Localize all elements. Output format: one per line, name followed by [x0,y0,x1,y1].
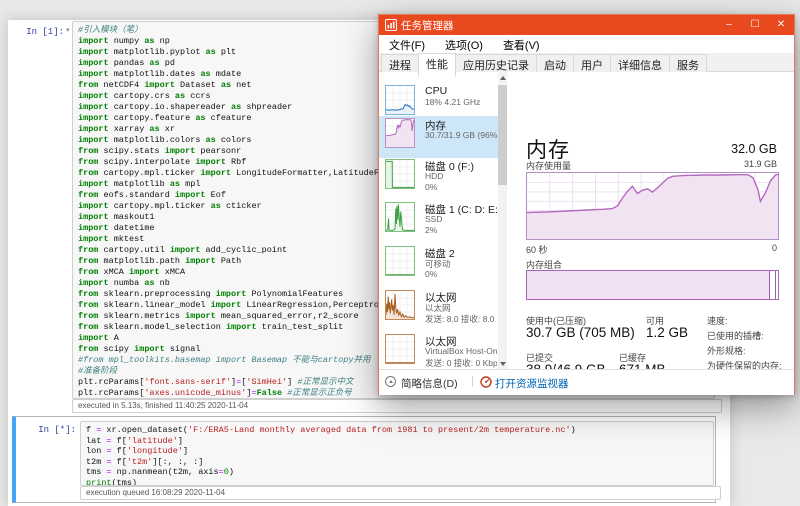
scrollbar-thumb[interactable] [498,85,507,185]
window-title: 任务管理器 [401,18,454,33]
mini-graph-eth1 [385,290,415,320]
performance-pane: CPU18% 4.21 GHz 内存30.7/31.9 GB (96%)磁盘 0 … [379,72,794,369]
hardware-info-labels: 速度: 已使用的插槽: 外形规格: 为硬件保留的内存: [707,314,782,369]
codefold-caret-icon[interactable]: ▾ [66,26,70,34]
sidebar-item-disk0[interactable]: 磁盘 0 (F:)HDD0% [379,157,498,199]
sidebar-item-disk1[interactable]: 磁盘 1 (C: D: E:SSD2% [379,200,498,242]
mini-graph-eth2 [385,334,415,364]
maximize-button[interactable]: ☐ [742,15,768,35]
form-factor-label: 外形规格: [707,344,782,359]
sidebar-item-eth1[interactable]: 以太网以太网发送: 8.0 接收: 8.0 K [379,288,498,330]
cell1-prompt: In [1]: [16,27,64,37]
sidebar-disk2-detail: 0% [425,269,497,279]
notebook-cell-2[interactable]: In [*]: f = xr.open_dataset('F:/ERA5-Lan… [12,416,716,503]
cell2-prompt: In [*]: [28,425,76,435]
sidebar-disk1-sub: SSD [425,214,497,224]
task-manager-footer: 简略信息(D) | 打开资源监视器 [379,369,794,395]
tab-bar: 进程性能应用历史记录启动用户详细信息服务 [379,53,794,72]
sidebar-cpu-name: CPU [425,85,497,97]
sidebar-disk1-detail: 2% [425,225,497,235]
sidebar-eth2-detail: 发送: 0 接收: 0 Kbp [425,357,497,369]
mini-graph-cpu [385,85,415,115]
mini-graph-disk2 [385,246,415,276]
minimize-button[interactable]: – [716,15,742,35]
hardware-reserved-label: 为硬件保留的内存: [707,359,782,369]
code-line: f = xr.open_dataset('F:/ERA5-Land monthl… [86,425,713,436]
sidebar-item-eth2[interactable]: 以太网VirtualBox Host-On发送: 0 接收: 0 Kbp [379,332,498,369]
cell2-execute-time: execution queued 16:08:29 2020-11-04 [80,486,721,500]
memory-total: 32.0 GB [731,142,777,156]
stat-committed-value: 38.9/46.9 GB [526,362,606,369]
fewer-details-button[interactable]: 简略信息(D) [401,376,458,391]
stat-in-use-value: 30.7 GB (705 MB) [526,325,635,340]
graph-time-label: 60 秒 [526,243,548,256]
sidebar-item-memory[interactable]: 内存30.7/31.9 GB (96%) [379,116,498,158]
code-line: print(tms) [86,478,713,487]
fewer-details-icon [385,376,396,387]
cell2-code-input[interactable]: f = xr.open_dataset('F:/ERA5-Land monthl… [80,421,714,486]
sidebar-item-disk2[interactable]: 磁盘 2可移动0% [379,244,498,286]
speed-label: 速度: [707,314,782,329]
task-manager-app-icon [385,19,397,31]
cell1-execute-time: executed in 5.13s, finished 11:40:25 202… [72,399,722,413]
menu-bar: 文件(F)选项(O)查看(V) [379,35,794,53]
memory-usage-graph [526,172,779,240]
code-line: tms = np.nanmean(t2m, axis=0) [86,467,713,478]
menu-文件F[interactable]: 文件(F) [379,35,435,53]
scrollbar-down-arrow-icon[interactable] [498,358,507,369]
stat-cached-value: 671 MB [619,362,666,369]
composition-divider-2 [775,271,776,299]
sidebar-memory-detail: 30.7/31.9 GB (96%) [425,130,497,140]
scrollbar-up-arrow-icon[interactable] [498,72,507,83]
mini-graph-disk0 [385,159,415,189]
resource-monitor-icon [480,376,492,388]
memory-usage-label: 内存使用量 [526,159,571,172]
sidebar-eth2-sub: VirtualBox Host-On [425,346,497,356]
code-line: t2m = f['t2m'][:, :, :] [86,457,713,468]
tab-性能[interactable]: 性能 [418,53,456,77]
open-resource-monitor-link[interactable]: 打开资源监视器 [495,376,569,391]
menu-查看V[interactable]: 查看(V) [493,35,550,53]
code-line: lat = f['latitude'] [86,436,713,447]
mini-graph-disk1 [385,202,415,232]
sidebar-disk0-detail: 0% [425,182,497,192]
stat-available-value: 1.2 GB [646,325,688,340]
graph-zero-label: 0 [772,243,777,253]
title-bar[interactable]: 任务管理器 – ☐ ✕ [379,15,794,35]
sidebar-scrollbar[interactable] [498,72,507,369]
memory-usage-max: 31.9 GB [744,159,777,169]
composition-divider-1 [769,271,770,299]
menu-选项O[interactable]: 选项(O) [435,35,493,53]
memory-composition-bar[interactable] [526,270,779,300]
sidebar-eth1-detail: 发送: 8.0 接收: 8.0 K [425,313,497,325]
sidebar-cpu-detail: 18% 4.21 GHz [425,97,497,107]
footer-separator: | [471,375,474,387]
slots-used-label: 已使用的插槽: [707,329,782,344]
sidebar-disk0-sub: HDD [425,171,497,181]
close-button[interactable]: ✕ [768,15,794,35]
code-line: lon = f['longitude'] [86,446,713,457]
mini-graph-memory [385,118,415,148]
composition-in-use-segment [527,271,769,299]
task-manager-window: 任务管理器 – ☐ ✕ 文件(F)选项(O)查看(V) 进程性能应用历史记录启动… [378,14,795,395]
